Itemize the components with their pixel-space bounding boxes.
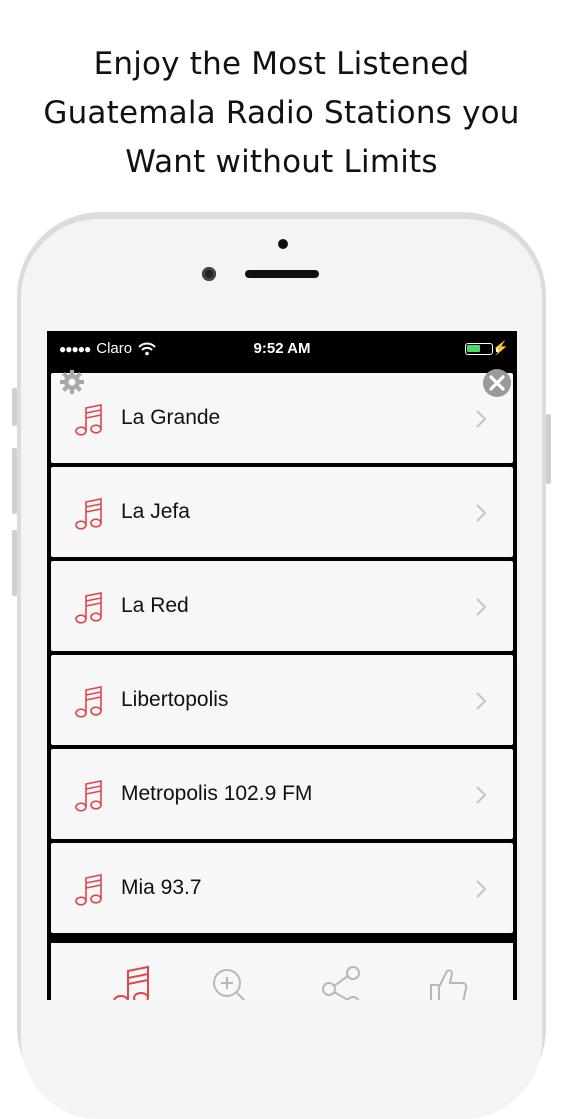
- headline-line-2: Guatemala Radio Stations you: [43, 95, 520, 131]
- station-name: La Jefa: [121, 500, 190, 523]
- tab-bar: [51, 943, 513, 1000]
- station-name: Metropolis 102.9 FM: [121, 782, 313, 805]
- station-name: Mia 93.7: [121, 876, 202, 899]
- station-row[interactable]: Mia 93.7: [51, 843, 513, 933]
- battery-level: [467, 345, 480, 352]
- station-name: La Red: [121, 594, 189, 617]
- proximity-sensor: [278, 239, 288, 249]
- promo-headline: Enjoy the Most Listened Guatemala Radio …: [0, 40, 563, 187]
- bolt-icon: ⚡: [492, 340, 509, 355]
- music-note-icon: [75, 592, 102, 624]
- chevron-right-icon: [476, 786, 487, 804]
- tab-share-icon[interactable]: [317, 963, 365, 1000]
- chevron-right-icon: [476, 880, 487, 898]
- volume-down-button: [12, 530, 17, 596]
- phone-screen: ●●●●● Claro 9:52 AM ⚡ La Grande La Jefa La…: [47, 331, 517, 1000]
- station-row[interactable]: La Jefa: [51, 467, 513, 557]
- close-icon[interactable]: [481, 367, 513, 399]
- tab-thumbs-up-icon[interactable]: [425, 963, 473, 1000]
- station-name: La Grande: [121, 406, 221, 429]
- tab-search-icon[interactable]: [207, 963, 255, 1000]
- music-note-icon: [75, 498, 102, 530]
- music-note-icon: [75, 874, 102, 906]
- power-button: [546, 414, 551, 484]
- chevron-right-icon: [476, 692, 487, 710]
- chevron-right-icon: [476, 504, 487, 522]
- mute-switch: [12, 388, 17, 426]
- station-name: Libertopolis: [121, 688, 229, 711]
- volume-up-button: [12, 448, 17, 514]
- battery-icon: [465, 343, 493, 355]
- status-bar: ●●●●● Claro 9:52 AM ⚡: [47, 331, 517, 367]
- music-note-icon: [75, 404, 102, 436]
- headline-line-3: Want without Limits: [125, 144, 438, 180]
- station-list: La Grande La Jefa La Red Libertopolis Metrop…: [47, 367, 517, 1000]
- station-row[interactable]: La Red: [51, 561, 513, 651]
- headline-line-1: Enjoy the Most Listened: [93, 46, 470, 82]
- gear-icon[interactable]: [57, 367, 87, 397]
- station-row[interactable]: Metropolis 102.9 FM: [51, 749, 513, 839]
- earpiece-speaker: [245, 270, 319, 278]
- station-row[interactable]: La Grande: [51, 373, 513, 463]
- music-note-icon: [75, 686, 102, 718]
- station-row[interactable]: Libertopolis: [51, 655, 513, 745]
- music-note-icon: [75, 780, 102, 812]
- status-time: 9:52 AM: [253, 340, 311, 357]
- chevron-right-icon: [476, 598, 487, 616]
- front-camera: [202, 267, 216, 281]
- tab-music-note-icon[interactable]: [109, 963, 157, 1000]
- chevron-right-icon: [476, 410, 487, 428]
